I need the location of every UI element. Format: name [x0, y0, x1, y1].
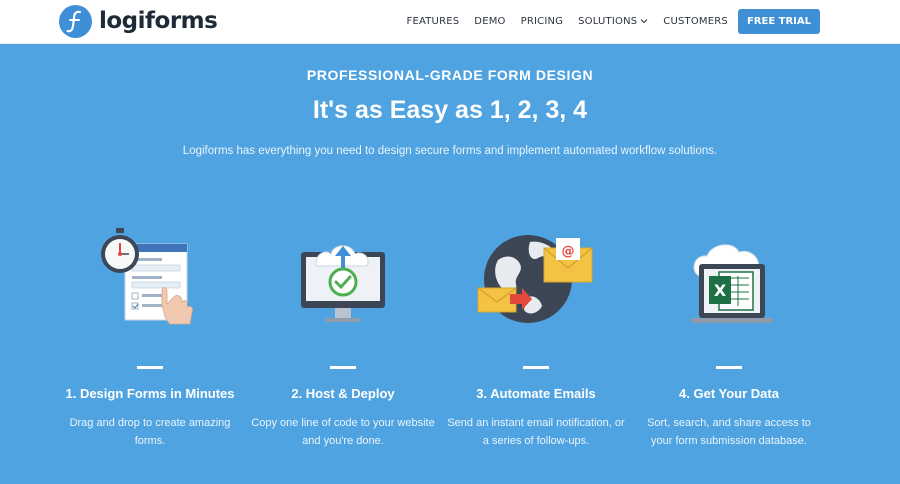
- globe-envelopes-icon: @: [477, 235, 593, 323]
- nav-solutions[interactable]: SOLUTIONS: [578, 16, 648, 27]
- feature-design: 1. Design Forms in Minutes Drag and drop…: [50, 224, 250, 454]
- top-navigation-bar: logiforms FEATURES DEMO PRICING SOLUTION…: [0, 0, 900, 44]
- feature-description: Sort, search, and share access to your f…: [647, 417, 811, 447]
- feature-divider: [137, 366, 163, 369]
- brand-logo[interactable]: logiforms: [59, 4, 218, 38]
- nav-customers[interactable]: CUSTOMERS: [663, 16, 728, 27]
- hero-eyebrow: PROFESSIONAL-GRADE FORM DESIGN: [306, 67, 594, 83]
- cloud-laptop-excel-icon: X: [691, 244, 773, 323]
- feature-description: Copy one line of code to your website an…: [251, 417, 435, 447]
- feature-grid: 1. Design Forms in Minutes Drag and drop…: [50, 224, 850, 454]
- logo-mark-icon: [59, 4, 92, 38]
- feature-emails: @ 3. Automate Emails Send an instant ema…: [436, 224, 636, 454]
- nav-features[interactable]: FEATURES: [407, 16, 460, 27]
- feature-description: Send an instant email notification, or a…: [447, 417, 625, 447]
- feature-host: 2. Host & Deploy Copy one line of code t…: [243, 224, 443, 454]
- nav-demo[interactable]: DEMO: [474, 16, 505, 27]
- hero-lede: Logiforms has everything you need to des…: [182, 145, 718, 157]
- svg-text:X: X: [714, 281, 727, 300]
- main-nav: FEATURES DEMO PRICING SOLUTIONS CUSTOMER…: [407, 8, 820, 34]
- feature-data: X 4. Get Your Data Sort, search, and sha…: [629, 224, 829, 454]
- feature-title: 3. Automate Emails: [476, 386, 596, 401]
- brand-name: logiforms: [99, 8, 218, 34]
- feature-divider: [716, 366, 742, 369]
- stopwatch-form-hand-icon: [101, 228, 193, 325]
- feature-title: 2. Host & Deploy: [291, 386, 395, 401]
- chevron-down-icon: [640, 19, 648, 24]
- feature-divider: [330, 366, 356, 369]
- hero-headline: It's as Easy as 1, 2, 3, 4: [312, 96, 588, 124]
- nav-pricing[interactable]: PRICING: [521, 16, 564, 27]
- svg-text:@: @: [562, 244, 575, 259]
- feature-divider: [523, 366, 549, 369]
- nav-solutions-label: SOLUTIONS: [578, 15, 638, 27]
- feature-description: Drag and drop to create amazing forms.: [69, 417, 231, 447]
- hero-section: PROFESSIONAL-GRADE FORM DESIGN It's as E…: [0, 44, 900, 484]
- cloud-monitor-upload-icon: [301, 245, 385, 322]
- free-trial-button[interactable]: FREE TRIAL: [737, 8, 820, 34]
- feature-title: 4. Get Your Data: [679, 386, 779, 401]
- feature-title: 1. Design Forms in Minutes: [65, 386, 235, 401]
